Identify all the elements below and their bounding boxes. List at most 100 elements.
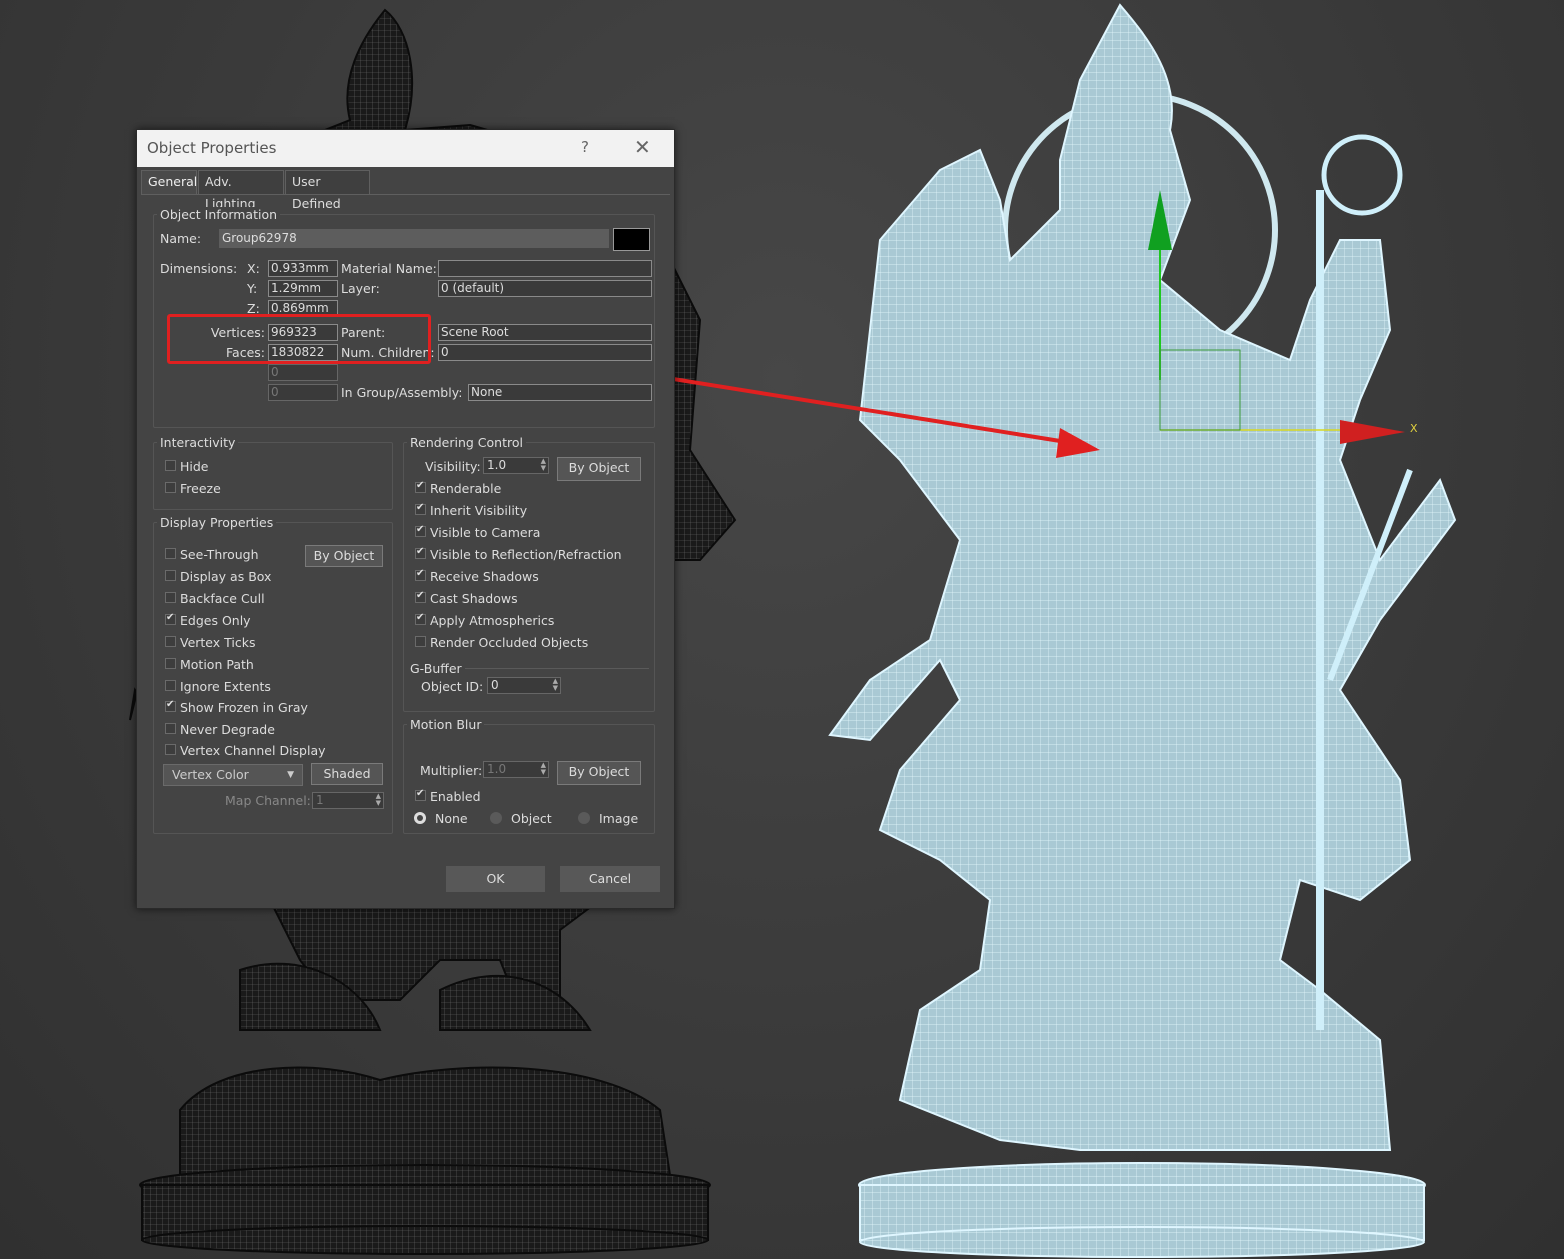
edges-only-checkbox[interactable] bbox=[165, 612, 176, 625]
spinner-arrows-icon: ▲ ▼ bbox=[540, 457, 546, 472]
dimension-x: 0.933mm bbox=[268, 260, 338, 277]
name-label: Name: bbox=[160, 231, 202, 246]
object-properties-dialog: Object Properties ? ✕ General Adv. Light… bbox=[136, 129, 675, 909]
never-degrade-checkbox[interactable] bbox=[165, 723, 176, 734]
motion-blur-enabled-checkbox[interactable] bbox=[415, 788, 426, 801]
backface-cull-checkbox[interactable] bbox=[165, 592, 176, 603]
parent-field: Scene Root bbox=[438, 324, 652, 341]
see-through-label: See-Through bbox=[180, 547, 259, 562]
vertex-channel-display-checkbox[interactable] bbox=[165, 744, 176, 755]
tab-adv-lighting[interactable]: Adv. Lighting bbox=[198, 170, 284, 211]
never-degrade-label: Never Degrade bbox=[180, 722, 275, 737]
render-occluded-label: Render Occluded Objects bbox=[430, 635, 589, 650]
ok-button[interactable]: OK bbox=[446, 866, 545, 892]
visibility-value: 1.0 bbox=[487, 458, 507, 472]
blur-image-radio[interactable] bbox=[578, 812, 590, 824]
receive-shadows-checkbox[interactable] bbox=[415, 568, 426, 581]
display-by-object-button[interactable]: By Object bbox=[305, 545, 383, 567]
motion-path-checkbox[interactable] bbox=[165, 658, 176, 669]
rendering-by-object-button[interactable]: By Object bbox=[557, 457, 641, 481]
renderable-label: Renderable bbox=[430, 481, 502, 496]
hide-checkbox[interactable] bbox=[165, 460, 176, 471]
spinner-arrows-icon: ▲ ▼ bbox=[552, 677, 558, 692]
group-assembly-label: In Group/Assembly: bbox=[341, 385, 463, 400]
rendering-control-title: Rendering Control bbox=[407, 435, 526, 450]
cancel-button[interactable]: Cancel bbox=[560, 866, 660, 892]
spinner-arrows-icon: ▲ ▼ bbox=[375, 792, 381, 807]
visible-to-camera-checkbox[interactable] bbox=[415, 524, 426, 537]
material-name-field bbox=[438, 260, 652, 277]
edges-only-label: Edges Only bbox=[180, 613, 251, 628]
vertex-color-dropdown[interactable]: Vertex Color ▼ bbox=[163, 764, 303, 786]
apply-atmospherics-label: Apply Atmospherics bbox=[430, 613, 555, 628]
gbuffer-title: G-Buffer bbox=[410, 661, 462, 676]
visibility-spinner[interactable]: 1.0 ▲ ▼ bbox=[483, 457, 549, 474]
blur-object-radio[interactable] bbox=[490, 812, 502, 824]
red-highlight-box bbox=[167, 314, 431, 364]
dimensions-label: Dimensions: bbox=[160, 261, 238, 276]
dimension-y: 1.29mm bbox=[268, 280, 338, 297]
show-frozen-gray-checkbox[interactable] bbox=[165, 699, 176, 712]
extra-field-2: 0 bbox=[268, 384, 338, 401]
tab-user-defined[interactable]: User Defined bbox=[285, 170, 370, 211]
see-through-checkbox[interactable] bbox=[165, 548, 176, 559]
right-statue-wireframe bbox=[828, 3, 1457, 1258]
object-id-spinner[interactable]: 0 ▲ ▼ bbox=[487, 677, 561, 694]
multiplier-value: 1.0 bbox=[487, 762, 507, 776]
y-label: Y: bbox=[247, 281, 258, 296]
vertex-ticks-checkbox[interactable] bbox=[165, 636, 176, 647]
freeze-label: Freeze bbox=[180, 481, 221, 496]
x-label: X: bbox=[247, 261, 260, 276]
vertex-color-value: Vertex Color bbox=[172, 767, 249, 782]
vertex-channel-display-label: Vertex Channel Display bbox=[180, 743, 326, 758]
map-channel-label: Map Channel: bbox=[225, 793, 311, 808]
ignore-extents-checkbox[interactable] bbox=[165, 680, 176, 691]
multiplier-spinner[interactable]: 1.0 ▲ ▼ bbox=[483, 761, 549, 778]
interactivity-group bbox=[153, 442, 393, 510]
cast-shadows-label: Cast Shadows bbox=[430, 591, 518, 606]
layer-field: 0 (default) bbox=[438, 280, 652, 297]
freeze-checkbox[interactable] bbox=[165, 482, 176, 493]
map-channel-value: 1 bbox=[316, 793, 324, 807]
receive-shadows-label: Receive Shadows bbox=[430, 569, 539, 584]
apply-atmospherics-checkbox[interactable] bbox=[415, 612, 426, 625]
inherit-visibility-checkbox[interactable] bbox=[415, 502, 426, 515]
blur-none-radio[interactable] bbox=[414, 812, 426, 824]
motion-blur-enabled-label: Enabled bbox=[430, 789, 481, 804]
group-assembly-field: None bbox=[468, 384, 652, 401]
close-icon[interactable]: ✕ bbox=[634, 135, 651, 159]
hide-label: Hide bbox=[180, 459, 209, 474]
object-color-swatch[interactable] bbox=[613, 228, 650, 251]
motion-blur-by-object-button[interactable]: By Object bbox=[557, 761, 641, 785]
visible-to-reflection-checkbox[interactable] bbox=[415, 546, 426, 559]
help-button[interactable]: ? bbox=[581, 138, 589, 156]
renderable-checkbox[interactable] bbox=[415, 480, 426, 493]
interactivity-title: Interactivity bbox=[157, 435, 239, 450]
motion-blur-title: Motion Blur bbox=[407, 717, 485, 732]
name-field[interactable]: Group62978 bbox=[219, 229, 609, 248]
extra-field-1: 0 bbox=[268, 364, 338, 381]
ignore-extents-label: Ignore Extents bbox=[180, 679, 271, 694]
material-name-label: Material Name: bbox=[341, 261, 437, 276]
visible-to-camera-label: Visible to Camera bbox=[430, 525, 541, 540]
motion-path-label: Motion Path bbox=[180, 657, 254, 672]
tab-general[interactable]: General bbox=[141, 170, 197, 194]
visibility-label: Visibility: bbox=[425, 459, 481, 474]
render-occluded-checkbox[interactable] bbox=[415, 636, 426, 647]
cast-shadows-checkbox[interactable] bbox=[415, 590, 426, 603]
chevron-down-icon: ▼ bbox=[287, 770, 294, 780]
blur-image-label: Image bbox=[599, 811, 639, 826]
dialog-title: Object Properties bbox=[147, 139, 277, 157]
display-as-box-label: Display as Box bbox=[180, 569, 272, 584]
multiplier-label: Multiplier: bbox=[420, 763, 483, 778]
object-id-label: Object ID: bbox=[421, 679, 484, 694]
dialog-titlebar[interactable]: Object Properties ? ✕ bbox=[137, 130, 674, 167]
display-as-box-checkbox[interactable] bbox=[165, 570, 176, 581]
x-axis-label: X bbox=[1410, 422, 1418, 435]
display-properties-title: Display Properties bbox=[157, 515, 277, 530]
map-channel-spinner[interactable]: 1 ▲ ▼ bbox=[312, 792, 384, 809]
spinner-arrows-icon: ▲ ▼ bbox=[540, 761, 546, 776]
layer-label: Layer: bbox=[341, 281, 380, 296]
shaded-button[interactable]: Shaded bbox=[311, 763, 383, 785]
blur-none-label: None bbox=[435, 811, 468, 826]
